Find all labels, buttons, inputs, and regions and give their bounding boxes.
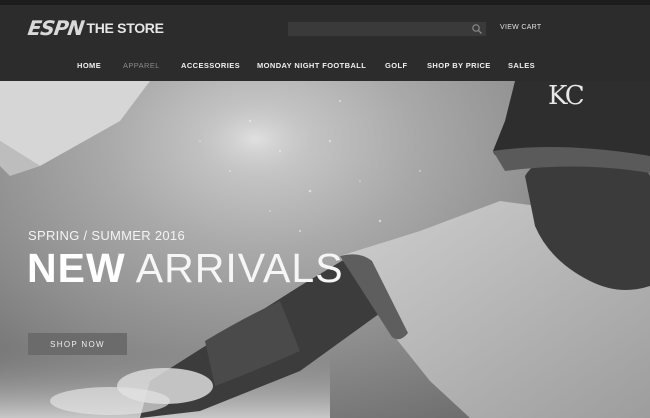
view-cart-link[interactable]: VIEW CART — [500, 24, 541, 31]
shop-now-button[interactable]: SHOP NOW — [28, 333, 127, 355]
helmet-logo: KC — [548, 81, 585, 111]
nav-item-monday-night-football[interactable]: MONDAY NIGHT FOOTBALL — [257, 61, 366, 70]
nav-item-home[interactable]: HOME — [77, 61, 101, 70]
search-bar — [288, 22, 486, 36]
nav-item-sales[interactable]: SALES — [508, 61, 535, 70]
season-label: SPRING / SUMMER 2016 — [28, 228, 185, 243]
nav-item-accessories[interactable]: ACCESSORIES — [181, 61, 240, 70]
headline-strong: NEW — [27, 245, 126, 291]
search-icon[interactable] — [471, 23, 483, 35]
top-strip — [0, 0, 650, 5]
hero-headline: NEW ARRIVALS — [27, 245, 344, 292]
espn-logo-mark: ESPN — [26, 16, 86, 40]
nav-item-apparel[interactable]: APPAREL — [123, 61, 160, 70]
store-label: THE STORE — [86, 20, 164, 36]
nav-item-shop-by-price[interactable]: SHOP BY PRICE — [427, 61, 491, 70]
store-logo[interactable]: ESPN THE STORE — [26, 16, 164, 40]
main-nav: HOME APPAREL ACCESSORIES MONDAY NIGHT FO… — [0, 61, 650, 73]
headline-light: ARRIVALS — [135, 245, 344, 291]
hero-banner[interactable]: KC SPRING / SUMMER 2016 NEW ARRIVALS SHO… — [0, 81, 650, 418]
site-header: ESPN THE STORE VIEW CART HOME APPAREL AC… — [0, 0, 650, 81]
search-input[interactable] — [288, 22, 468, 36]
nav-item-golf[interactable]: GOLF — [385, 61, 407, 70]
